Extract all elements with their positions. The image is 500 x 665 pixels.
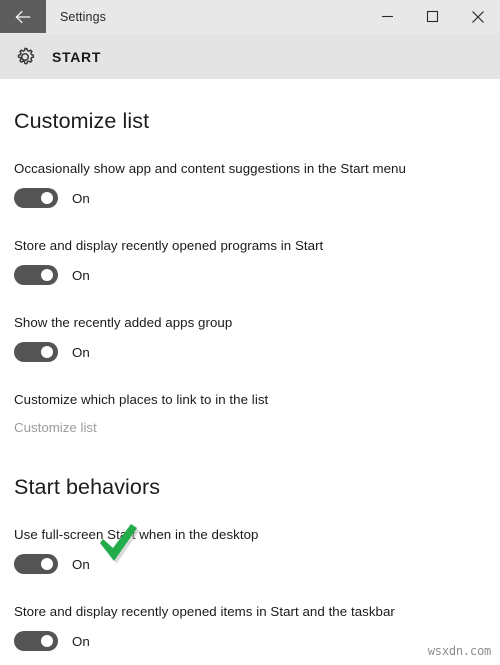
setting-row-app-suggestions: On — [14, 187, 486, 209]
setting-row-recently-added-apps: On — [14, 341, 486, 363]
page-header: START — [0, 34, 500, 79]
minimize-icon — [381, 10, 394, 23]
setting-label-customize-places: Customize which places to link to in the… — [14, 392, 269, 407]
toggle-knob — [41, 635, 53, 647]
toggle-recent-items[interactable] — [14, 631, 58, 651]
watermark: wsxdn.com — [427, 644, 491, 658]
setting-row-full-screen-start: On — [14, 553, 486, 575]
maximize-icon — [426, 10, 439, 23]
toggle-recently-added-apps[interactable] — [14, 342, 58, 362]
toggle-knob — [41, 269, 53, 281]
customize-list-link[interactable]: Customize list — [14, 420, 97, 435]
window-controls — [365, 0, 500, 33]
toggle-full-screen-start[interactable] — [14, 554, 58, 574]
setting-row-recent-items: On — [14, 630, 486, 652]
toggle-knob — [41, 558, 53, 570]
toggle-recent-programs[interactable] — [14, 265, 58, 285]
maximize-button[interactable] — [410, 0, 455, 33]
page-title: START — [52, 48, 102, 65]
setting-label-recent-programs: Store and display recently opened progra… — [14, 238, 324, 253]
section-heading-customize-list: Customize list — [14, 109, 150, 133]
app-title: Settings — [60, 9, 106, 24]
toggle-state-recent-programs: On — [72, 267, 90, 283]
close-button[interactable] — [455, 0, 500, 33]
toggle-state-app-suggestions: On — [72, 190, 90, 206]
setting-label-recently-added-apps: Show the recently added apps group — [14, 315, 233, 330]
setting-label-app-suggestions: Occasionally show app and content sugges… — [14, 161, 406, 176]
setting-label-full-screen-start: Use full-screen Start when in the deskto… — [14, 527, 259, 542]
minimize-button[interactable] — [365, 0, 410, 33]
setting-label-recent-items: Store and display recently opened items … — [14, 604, 395, 619]
settings-content: Customize list Occasionally show app and… — [0, 79, 500, 665]
toggle-state-full-screen-start: On — [72, 556, 90, 572]
toggle-app-suggestions[interactable] — [14, 188, 58, 208]
close-icon — [471, 10, 485, 24]
section-heading-start-behaviors: Start behaviors — [14, 475, 161, 499]
toggle-state-recent-items: On — [72, 633, 90, 649]
title-bar: Settings — [0, 0, 500, 34]
toggle-knob — [41, 192, 53, 204]
back-arrow-icon — [15, 10, 32, 24]
back-button[interactable] — [0, 0, 46, 33]
toggle-knob — [41, 346, 53, 358]
setting-row-recent-programs: On — [14, 264, 486, 286]
gear-icon — [10, 42, 40, 72]
toggle-state-recently-added-apps: On — [72, 344, 90, 360]
